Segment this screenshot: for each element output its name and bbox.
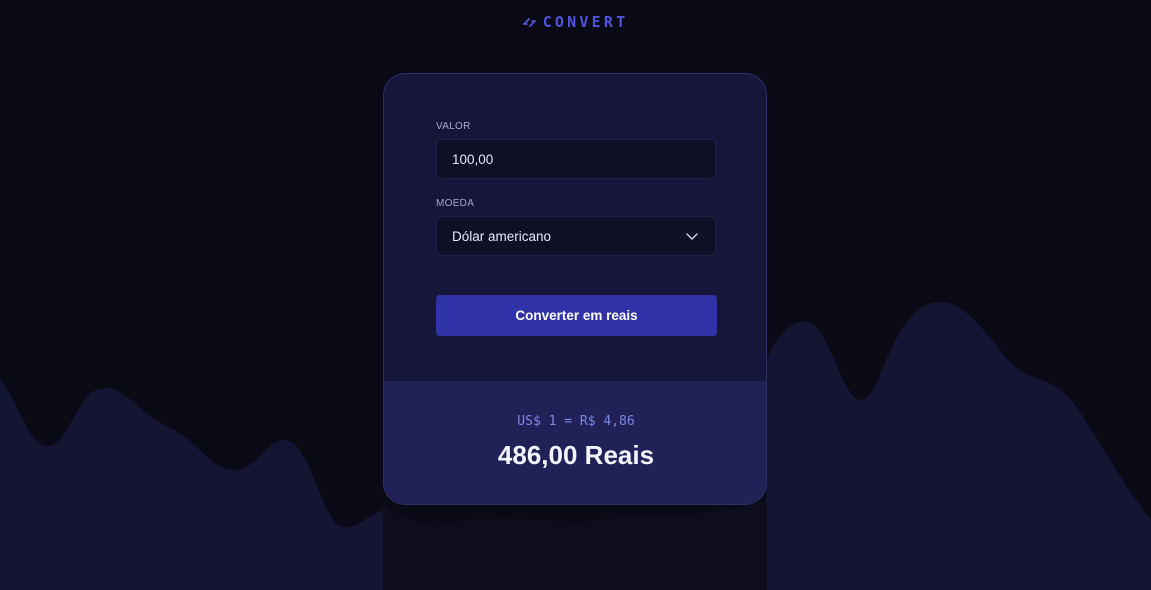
exchange-rate: US$ 1 = R$ 4,86 xyxy=(517,414,635,429)
currency-selected-value: Dólar americano xyxy=(452,228,552,244)
currency-label: MOEDA xyxy=(436,198,475,209)
currency-select[interactable]: Dólar americano xyxy=(436,216,716,256)
amount-input[interactable]: 100,00 xyxy=(436,139,716,179)
converter-card: VALOR 100,00 MOEDA Dólar americano Conve… xyxy=(383,73,767,505)
logo-text: CONVERT xyxy=(542,13,629,31)
page: CONVERT VALOR 100,00 MOEDA Dólar america… xyxy=(0,0,1151,590)
arrows-swap-icon xyxy=(522,16,536,29)
amount-value: 100,00 xyxy=(452,151,494,167)
app-logo: CONVERT xyxy=(0,13,1151,31)
result-panel: US$ 1 = R$ 4,86 486,00 Reais xyxy=(384,381,766,504)
amount-label: VALOR xyxy=(436,121,471,132)
converted-total: 486,00 Reais xyxy=(497,440,655,470)
chevron-down-icon xyxy=(685,229,699,243)
convert-button[interactable]: Converter em reais xyxy=(436,295,717,336)
